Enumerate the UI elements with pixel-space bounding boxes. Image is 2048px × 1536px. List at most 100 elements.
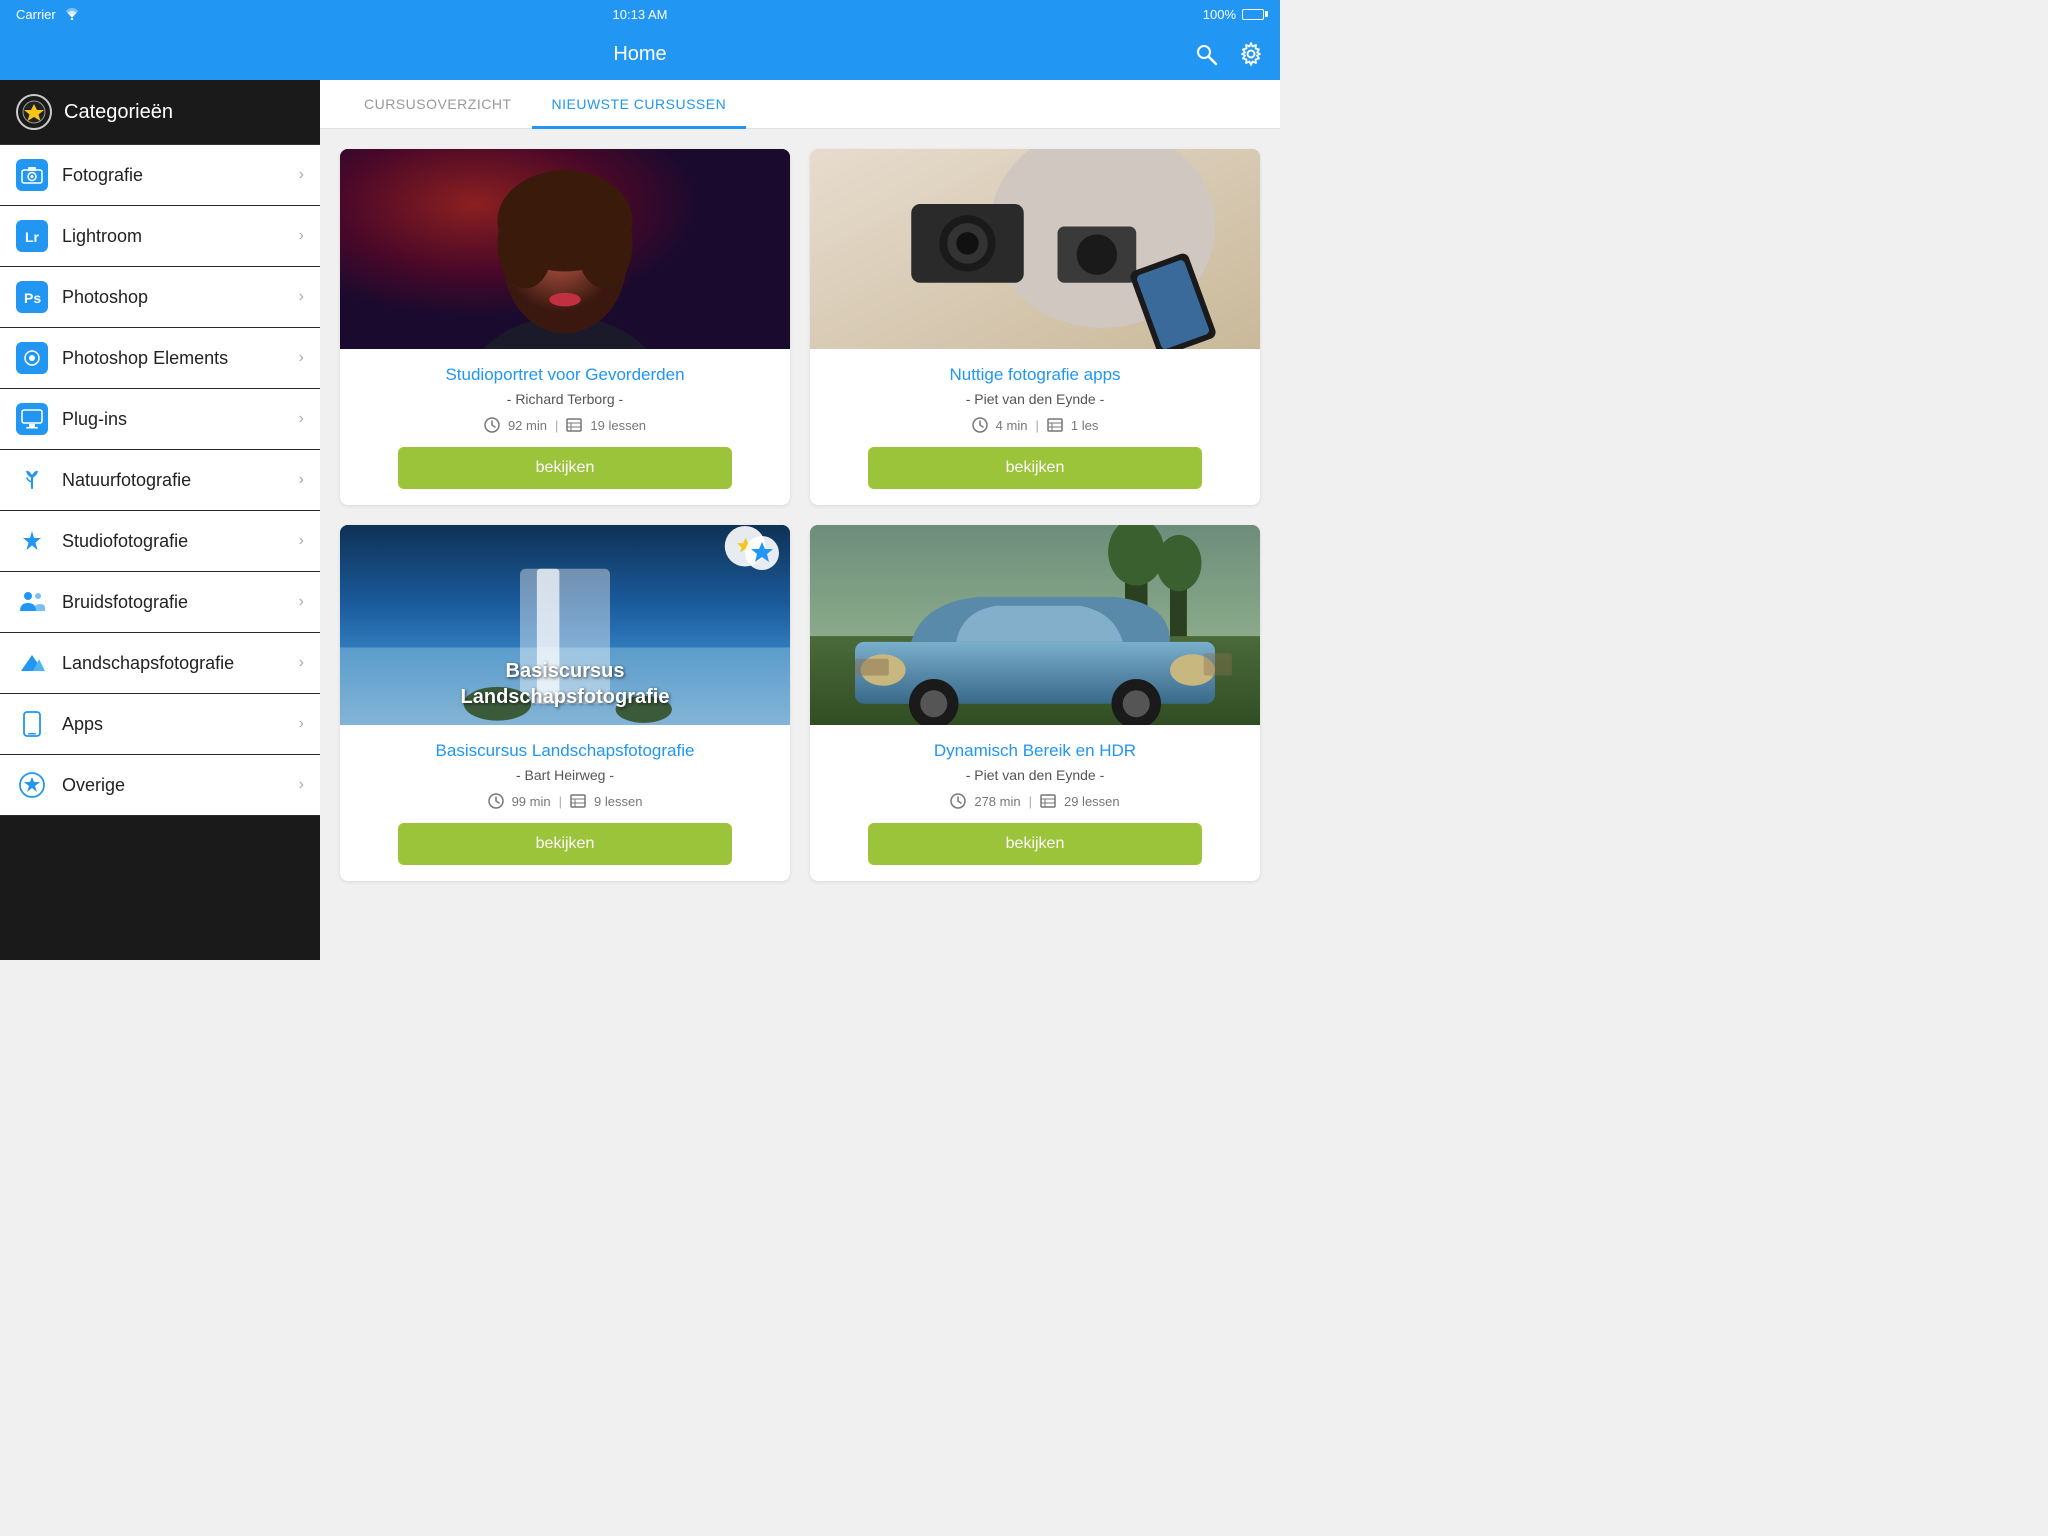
course-card-dynamisch: Dynamisch Bereik en HDR - Piet van den E… [810,525,1260,881]
tulip-icon [16,464,48,496]
camera-icon [16,159,48,191]
course-lessons-studioportret: 19 lessen [590,418,646,433]
course-card-studioportret: Studioportret voor Gevorderden - Richard… [340,149,790,505]
course-info-studioportret: Studioportret voor Gevorderden - Richard… [340,349,790,505]
starburst-icon [16,525,48,557]
course-info-landschap: Basiscursus Landschapsfotografie - Bart … [340,725,790,881]
settings-icon[interactable] [1238,41,1264,67]
mountain-icon [16,647,48,679]
sidebar-item-bruidsfotografie[interactable]: Bruidsfotografie › [0,572,320,633]
grid-icon [570,794,586,808]
sidebar-item-lightroom[interactable]: Lr Lightroom › [0,206,320,267]
course-card-fotografie-apps: Nuttige fotografie apps - Piet van den E… [810,149,1260,505]
course-title-dynamisch: Dynamisch Bereik en HDR [826,741,1244,761]
course-title-fotografie-apps: Nuttige fotografie apps [826,365,1244,385]
sidebar-item-natuurfotografie[interactable]: Natuurfotografie › [0,450,320,511]
course-duration-dynamisch: 278 min [974,794,1020,809]
landschap-logo [744,535,780,571]
course-thumbnail-studioportret [340,149,790,349]
sidebar-label-bruidsfotografie: Bruidsfotografie [62,592,299,613]
course-title-studioportret: Studioportret voor Gevorderden [356,365,774,385]
course-lessons-landschap: 9 lessen [594,794,642,809]
sidebar-item-photoshop-elements[interactable]: Photoshop Elements › [0,328,320,389]
course-grid: Studioportret voor Gevorderden - Richard… [320,129,1280,901]
landschap-thumb-text: BasiscursusLandschapsfotografie [340,658,790,710]
chevron-icon: › [299,715,304,733]
course-author-landschap: - Bart Heirweg - [356,767,774,783]
svg-text:Lr: Lr [25,229,40,245]
sidebar: Categorieën Fotografie › Lr [0,80,320,960]
battery-icon [1242,9,1264,20]
grid-icon [1047,418,1063,432]
sidebar-logo [16,94,52,130]
tab-cursusoverzicht[interactable]: CURSUSOVERZICHT [344,80,532,129]
grid-icon [566,418,582,432]
course-card-landschap: BasiscursusLandschapsfotografie Basiscur… [340,525,790,881]
chevron-icon: › [299,654,304,672]
course-duration-studioportret: 92 min [508,418,547,433]
clock-icon [950,793,966,809]
main-layout: Categorieën Fotografie › Lr [0,80,1280,960]
sidebar-item-landschapsfotografie[interactable]: Landschapsfotografie › [0,633,320,694]
tabs: CURSUSOVERZICHT NIEUWSTE CURSUSSEN [320,80,1280,129]
chevron-icon: › [299,532,304,550]
bekijken-button-fotografie-apps[interactable]: bekijken [868,447,1202,489]
sidebar-item-overige[interactable]: Overige › [0,755,320,816]
course-thumbnail-landschap: BasiscursusLandschapsfotografie [340,525,790,725]
chevron-icon: › [299,288,304,306]
sidebar-label-lightroom: Lightroom [62,226,299,247]
sidebar-header-title: Categorieën [64,101,173,124]
status-right: 100% [1203,7,1264,22]
bekijken-button-studioportret[interactable]: bekijken [398,447,732,489]
course-thumbnail-fotografie-apps [810,149,1260,349]
course-duration-fotografie-apps: 4 min [996,418,1028,433]
status-time: 10:13 AM [613,7,668,22]
phone-icon [16,708,48,740]
course-info-fotografie-apps: Nuttige fotografie apps - Piet van den E… [810,349,1260,505]
bekijken-button-dynamisch[interactable]: bekijken [868,823,1202,865]
sidebar-label-plugins: Plug-ins [62,409,299,430]
content-area: CURSUSOVERZICHT NIEUWSTE CURSUSSEN [320,80,1280,960]
chevron-icon: › [299,776,304,794]
photoshop-elements-icon [16,342,48,374]
sidebar-item-apps[interactable]: Apps › [0,694,320,755]
bekijken-button-landschap[interactable]: bekijken [398,823,732,865]
course-author-studioportret: - Richard Terborg - [356,391,774,407]
chevron-icon: › [299,166,304,184]
course-duration-landschap: 99 min [512,794,551,809]
course-author-fotografie-apps: - Piet van den Eynde - [826,391,1244,407]
sidebar-item-studiofotografie[interactable]: Studiofotografie › [0,511,320,572]
chevron-icon: › [299,227,304,245]
sidebar-header: Categorieën [0,80,320,145]
status-left: Carrier [16,7,80,22]
clock-icon [484,417,500,433]
sidebar-item-fotografie[interactable]: Fotografie › [0,145,320,206]
course-meta-studioportret: 92 min | 19 lessen [356,417,774,433]
course-lessons-fotografie-apps: 1 les [1071,418,1098,433]
chevron-icon: › [299,349,304,367]
sidebar-label-fotografie: Fotografie [62,165,299,186]
sidebar-label-photoshop-elements: Photoshop Elements [62,348,299,369]
sidebar-item-plugins[interactable]: Plug-ins › [0,389,320,450]
search-icon[interactable] [1194,42,1218,66]
grid-icon [1040,794,1056,808]
course-lessons-dynamisch: 29 lessen [1064,794,1120,809]
sidebar-label-natuurfotografie: Natuurfotografie [62,470,299,491]
course-author-dynamisch: - Piet van den Eynde - [826,767,1244,783]
course-title-landschap: Basiscursus Landschapsfotografie [356,741,774,761]
tab-nieuwste-cursussen[interactable]: NIEUWSTE CURSUSSEN [532,80,747,129]
sidebar-label-landschapsfotografie: Landschapsfotografie [62,653,299,674]
chevron-icon: › [299,471,304,489]
clock-icon [972,417,988,433]
sidebar-label-overige: Overige [62,775,299,796]
course-meta-landschap: 99 min | 9 lessen [356,793,774,809]
nav-title: Home [613,43,666,66]
sidebar-label-apps: Apps [62,714,299,735]
sidebar-label-photoshop: Photoshop [62,287,299,308]
status-bar: Carrier 10:13 AM 100% [0,0,1280,28]
svg-text:Ps: Ps [24,290,41,306]
nav-actions [1194,41,1264,67]
sidebar-label-studiofotografie: Studiofotografie [62,531,299,552]
nav-bar: Home [0,28,1280,80]
sidebar-item-photoshop[interactable]: Ps Photoshop › [0,267,320,328]
